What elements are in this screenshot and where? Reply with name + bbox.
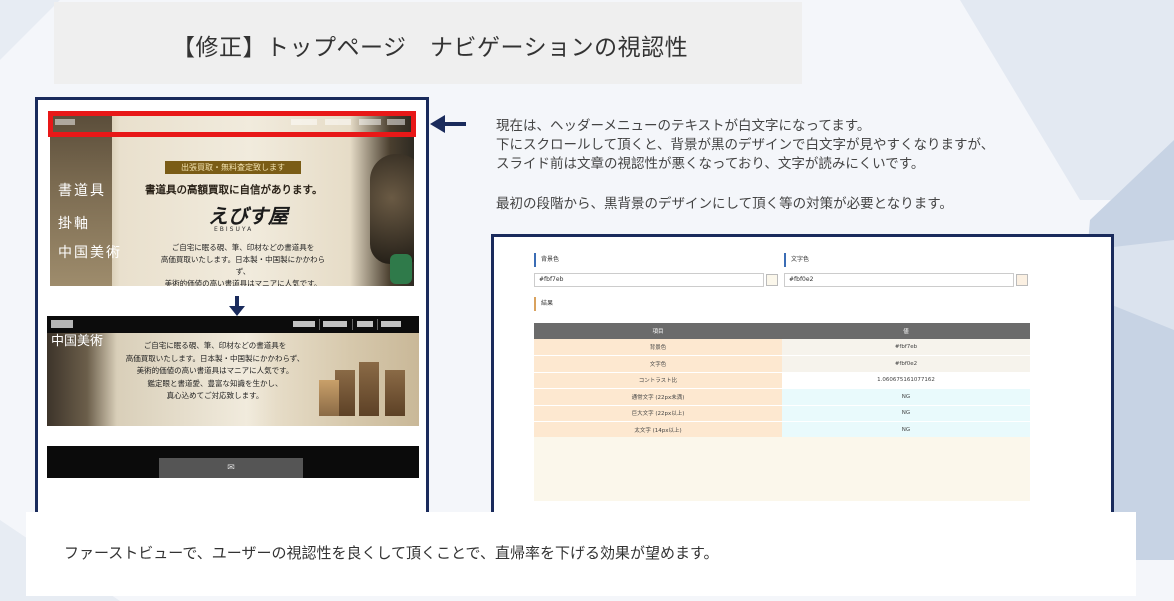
row-value: #fbf0e2 — [782, 355, 1030, 373]
recommendation-text: 最初の段階から、黒背景のデザインにして頂く等の対策が必要となります。 — [496, 196, 953, 212]
text-color-input[interactable]: #fbf0e2 — [784, 273, 1014, 287]
body-line: 美術的価値の高い書道具はマニアに人気です。 — [164, 279, 322, 286]
left-arrow-shaft — [444, 122, 466, 126]
left-arrow-head — [430, 115, 445, 133]
row-value: 1.060675161077162 — [782, 372, 1030, 389]
table-header: 値 — [782, 323, 1030, 339]
row-key: 文字色 — [534, 355, 782, 373]
row-key: 巨大文字 (22px以上) — [534, 405, 782, 422]
logo-sub: EBISUYA — [214, 226, 254, 233]
seal-image — [359, 362, 379, 416]
body-text: ご自宅に眠る硯、筆、印材などの書道具を 高価買取いたします。日本製・中国製にかか… — [158, 242, 328, 286]
seal-image — [385, 370, 405, 416]
banner: 出張買取・無料査定致します — [165, 161, 301, 174]
body-text: ご自宅に眠る硯、筆、印材などの書道具を 高価買取いたします。日本製・中国製にかか… — [125, 340, 305, 403]
row-value: NG — [782, 388, 1030, 406]
footer-screenshot: ✉ — [47, 446, 419, 478]
tagline: 書道具の高額買取に自信があります。 — [145, 184, 323, 196]
result-label: 結果 — [534, 297, 553, 311]
row-value: NG — [782, 421, 1030, 439]
table-row: 文字色 #fbf0e2 — [534, 355, 1030, 373]
body-line: 真心込めてご対応致します。 — [166, 391, 264, 400]
inkstone-image — [370, 154, 414, 264]
table-row: 巨大文字 (22px以上) NG — [534, 405, 1030, 422]
result-table: 項目 値 背景色 #fbf7eb 文字色 #fbf0e2 コントラスト比 1.0… — [534, 323, 1030, 439]
conclusion-text: ファーストビューで、ユーザーの視認性を良くして頂くことで、直帰率を下げる効果が望… — [64, 544, 719, 562]
table-header: 項目 — [534, 323, 782, 339]
row-key: 太文字 (14px以上) — [534, 421, 782, 439]
table-row: 通常文字 (22px未満) NG — [534, 388, 1030, 406]
description-text: 現在は、ヘッダーメニューのテキストが白文字になってます。 下にスクロールして頂く… — [496, 117, 994, 174]
preview-sample-area — [534, 437, 1030, 501]
row-key: コントラスト比 — [534, 372, 782, 389]
contrast-checker-frame: 背景色 文字色 #fbf7eb #fbf0e2 結果 項目 値 背景色 #fbf… — [491, 234, 1114, 515]
jade-image — [390, 254, 412, 284]
background-color-label: 背景色 — [534, 253, 559, 267]
title-box: 【修正】トップページ ナビゲーションの視認性 — [54, 2, 802, 84]
page-title: 【修正】トップページ ナビゲーションの視認性 — [172, 35, 689, 61]
side-label: 掛軸 — [58, 216, 90, 232]
table-row: 背景色 #fbf7eb — [534, 339, 1030, 356]
row-key: 通常文字 (22px未満) — [534, 388, 782, 406]
before-scroll-screenshot: 書道具 掛軸 中国美術 出張買取・無料査定致します 書道具の高額買取に自信があり… — [50, 114, 414, 286]
dark-navigation-bar — [47, 316, 419, 333]
row-key: 背景色 — [534, 339, 782, 356]
side-label: 中国美術 — [58, 245, 122, 261]
background-color-input[interactable]: #fbf7eb — [534, 273, 764, 287]
text-color-swatch[interactable] — [1016, 274, 1028, 286]
text-color-label: 文字色 — [784, 253, 809, 267]
after-scroll-screenshot: 中国美術 ご自宅に眠る硯、筆、印材などの書道具を 高価買取いたします。日本製・中… — [47, 316, 419, 426]
body-line: 高価買取いたします。日本製・中国製にかかわらず、 — [125, 353, 305, 363]
table-row: 太文字 (14px以上) NG — [534, 421, 1030, 439]
body-line: 高価買取いたします。日本製・中国製にかかわらず、 — [160, 255, 326, 276]
table-row: コントラスト比 1.060675161077162 — [534, 372, 1030, 389]
before-after-screenshot-frame: 書道具 掛軸 中国美術 出張買取・無料査定致します 書道具の高額買取に自信があり… — [35, 97, 429, 515]
description-line: 下にスクロールして頂くと、背景が黒のデザインで白文字が見やすくなりますが、 — [496, 137, 995, 153]
row-value: #fbf7eb — [782, 339, 1030, 356]
envelope-icon: ✉ — [159, 458, 303, 478]
conclusion-box: ファーストビューで、ユーザーの視認性を良くして頂くことで、直帰率を下げる効果が望… — [26, 512, 1136, 596]
body-line: ご自宅に眠る硯、筆、印材などの書道具を — [143, 341, 287, 350]
seal-image — [319, 380, 339, 416]
row-value: NG — [782, 405, 1030, 422]
description-line: 現在は、ヘッダーメニューのテキストが白文字になってます。 — [496, 118, 871, 134]
background-color-swatch[interactable] — [766, 274, 778, 286]
body-line: 美術的価値の高い書道具はマニアに人気です。 — [136, 366, 294, 375]
side-label: 書道具 — [58, 183, 106, 199]
down-arrow-head — [229, 306, 245, 316]
description-line: スライド前は文章の視認性が悪くなっており、文字が読みにくいです。 — [496, 156, 925, 172]
body-line: ご自宅に眠る硯、筆、印材などの書道具を — [171, 243, 315, 252]
body-line: 鑑定眼と書道愛、豊富な知識を生かし、 — [147, 378, 283, 388]
header-highlight-box — [48, 111, 416, 137]
logo: えびす屋 — [208, 204, 288, 228]
